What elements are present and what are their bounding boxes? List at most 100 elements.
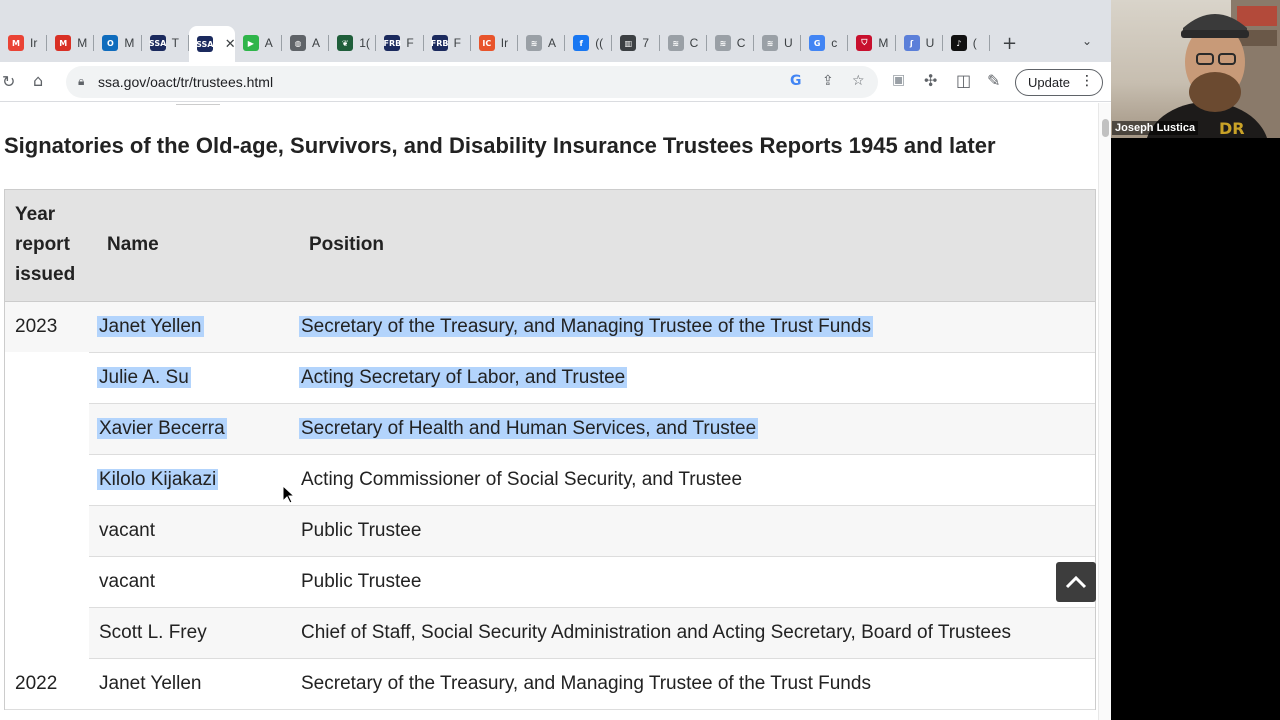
table-row: Kilolo Kijakazi Acting Commissioner of So… xyxy=(5,454,1095,506)
name-column-cell: Kilolo Kijakazi xyxy=(97,466,219,494)
tab-label: 7 xyxy=(642,36,650,50)
home-icon[interactable]: ⌂ xyxy=(33,71,43,90)
browser-tab[interactable]: ≋ U xyxy=(754,30,802,56)
tiktok-icon: ♪ xyxy=(950,35,967,51)
year-cell-span xyxy=(5,556,89,608)
browser-tab[interactable]: f (( xyxy=(565,30,613,56)
ssa-icon: SSA xyxy=(149,35,166,51)
browser-tab[interactable]: FRB F xyxy=(376,30,424,56)
page-content: Signatories of the Old-age, Survivors, a… xyxy=(0,103,1111,720)
browser-tab[interactable]: ⛉ M xyxy=(848,30,896,56)
tab-label: M xyxy=(77,36,88,50)
header-year-line: issued xyxy=(15,264,76,285)
extension-icon[interactable]: ▣ xyxy=(892,72,905,88)
browser-tab[interactable]: ♪( xyxy=(943,30,990,56)
browser-tab[interactable]: SSA T xyxy=(142,30,189,56)
svg-text:DR: DR xyxy=(1219,119,1245,138)
scroll-to-top-button[interactable] xyxy=(1056,562,1096,602)
browser-tab[interactable]: ≋ C xyxy=(660,30,707,56)
profile-icon[interactable]: ✎ xyxy=(987,71,1000,90)
update-button[interactable]: Update ⋮ xyxy=(1015,69,1103,96)
browser-tab[interactable]: M Ir xyxy=(0,30,48,56)
position-column-cell: Acting Commissioner of Social Security, … xyxy=(301,466,742,494)
reload-icon[interactable]: ↻ xyxy=(2,72,15,91)
year-cell-span xyxy=(5,505,89,557)
name-cell: Xavier Becerra xyxy=(97,418,227,439)
tab-label: F xyxy=(453,36,461,50)
chevron-down-icon[interactable]: ⌄ xyxy=(1082,34,1092,48)
ssa-icon: SSA xyxy=(196,36,213,52)
puzzle-icon[interactable]: ✣ xyxy=(924,71,937,90)
page-title: Signatories of the Old-age, Survivors, a… xyxy=(4,133,996,158)
tab-label: T xyxy=(171,36,179,50)
name-cell: Janet Yellen xyxy=(97,316,204,337)
name-column-cell: Janet Yellen xyxy=(97,313,204,341)
browser-tab[interactable]: ≋ A xyxy=(518,30,566,56)
position-cell: Public Trustee xyxy=(301,571,422,592)
browser-tab[interactable]: ʃU xyxy=(896,30,943,56)
wave-icon: ≋ xyxy=(762,35,778,51)
position-column-cell: Secretary of Health and Human Services, … xyxy=(299,415,759,443)
scholar-icon: ʃ xyxy=(903,35,920,51)
new-tab-icon[interactable]: + xyxy=(1002,33,1017,54)
name-cell: vacant xyxy=(99,520,155,541)
tab-label: ( xyxy=(972,36,977,50)
google-translate-icon[interactable]: G xyxy=(790,73,802,89)
tab-label: A xyxy=(264,36,273,50)
name-cell: Kilolo Kijakazi xyxy=(97,469,219,490)
tab-label: U xyxy=(925,36,935,50)
position-column-cell: Acting Secretary of Labor, and Trustee xyxy=(299,364,628,392)
browser-tab[interactable]: IC Ir xyxy=(471,30,518,56)
browser-tab[interactable]: Gc xyxy=(801,30,849,56)
position-cell: Secretary of the Treasury, and Managing … xyxy=(299,316,873,337)
browser-tab[interactable]: FRB F xyxy=(424,30,471,56)
lock-icon[interactable]: 🔒︎ xyxy=(78,74,84,89)
globe-icon: ◍ xyxy=(290,35,306,51)
leaf-icon: ❦ xyxy=(337,35,354,51)
name-column-cell: Janet Yellen xyxy=(99,670,202,698)
table-row: 2023 Janet Yellen Secretary of the Treasur… xyxy=(5,302,1095,353)
browser-tab[interactable]: ▶ A xyxy=(235,30,282,56)
tab-label: 1( xyxy=(359,36,370,50)
position-cell: Secretary of Health and Human Services, … xyxy=(299,418,759,439)
gmail-icon: M xyxy=(8,35,24,51)
chevron-up-icon xyxy=(1065,575,1087,589)
browser-tab[interactable]: ❦ 1( xyxy=(329,30,377,56)
name-column-cell: Julie A. Su xyxy=(97,364,191,392)
position-column-cell: Chief of Staff, Social Security Administ… xyxy=(301,619,1011,647)
mouse-cursor-icon xyxy=(283,486,295,504)
more-menu-icon[interactable]: ⋮ xyxy=(1080,73,1094,89)
browser-tab[interactable]: ◍ A xyxy=(282,30,330,56)
webcam-feed: DR Joseph Lustica xyxy=(1111,0,1280,138)
tab-label: M xyxy=(124,36,135,50)
tab-label: Ir xyxy=(500,36,509,50)
scrollbar[interactable] xyxy=(1098,103,1111,720)
browser-tab[interactable]: OM xyxy=(94,30,142,56)
browser-tab[interactable]: ≋ C xyxy=(707,30,754,56)
position-cell: Acting Commissioner of Social Security, … xyxy=(301,469,743,490)
year-cell-span xyxy=(5,352,89,404)
wave-icon: ≋ xyxy=(667,35,684,51)
browser-tab[interactable]: ▥ 7 xyxy=(612,30,660,56)
table-row: Xavier Becerra Secretary of Health and Hu… xyxy=(5,403,1095,455)
table-row: Julie A. Su Acting Secretary of Labor, an… xyxy=(5,352,1095,404)
share-icon[interactable]: ⇪ xyxy=(822,73,834,89)
browser-toolbar: ↻ ⌂ 🔒︎ ssa.gov/oact/tr/trustees.html G ⇪… xyxy=(0,62,1111,102)
address-bar[interactable]: 🔒︎ ssa.gov/oact/tr/trustees.html G ⇪ ☆ xyxy=(66,66,878,98)
facebook-icon: f xyxy=(573,35,590,51)
position-cell: Secretary of the Treasury, and Managing … xyxy=(301,673,871,694)
tab-label: (( xyxy=(595,36,604,50)
bookmark-star-icon[interactable]: ☆ xyxy=(852,73,865,89)
webcam-person-image: DR xyxy=(1146,0,1280,138)
browser-tab[interactable]: MM xyxy=(47,30,95,56)
ic-icon: IC xyxy=(478,35,495,51)
browser-tab[interactable]: SSA ✕ xyxy=(188,26,236,62)
tab-label: M xyxy=(878,36,889,50)
shield-icon: ⛉ xyxy=(856,35,873,51)
side-panel-icon[interactable]: ◫ xyxy=(956,71,971,90)
name-column-cell: Xavier Becerra xyxy=(97,415,227,443)
trustees-table: Year report issued Name Position 2023 Jan… xyxy=(4,189,1096,710)
url-text[interactable]: ssa.gov/oact/tr/trustees.html xyxy=(98,74,273,90)
scrollbar-thumb[interactable] xyxy=(1102,119,1109,137)
header-year-line: report xyxy=(15,234,70,255)
